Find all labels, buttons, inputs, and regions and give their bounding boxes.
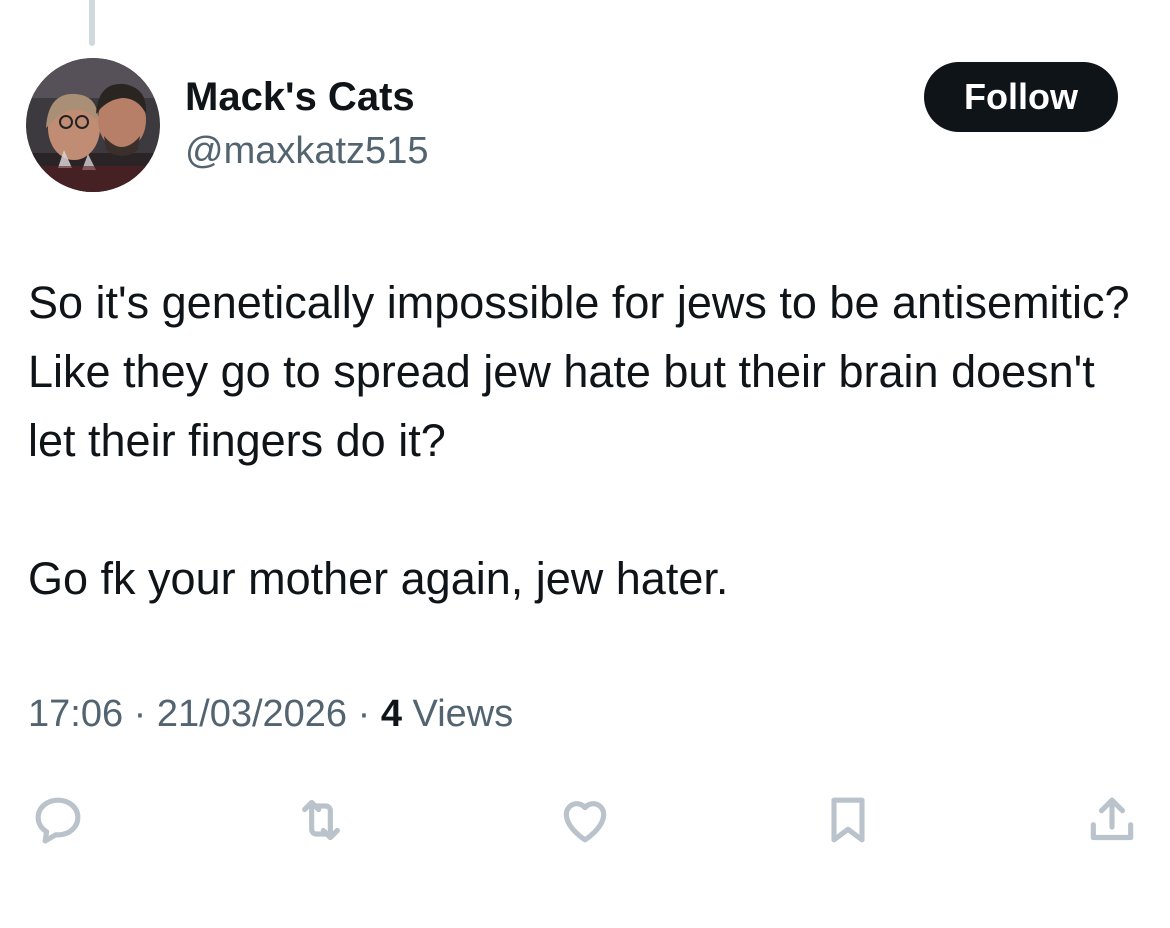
- like-icon: [563, 801, 607, 843]
- reply-button[interactable]: [28, 790, 88, 850]
- author-handle[interactable]: @maxkatz515: [185, 130, 428, 173]
- avatar[interactable]: [26, 58, 160, 192]
- reply-icon: [35, 797, 81, 844]
- tweet-paragraph: Go fk your mother again, jew hater.: [28, 553, 729, 604]
- author-display-name[interactable]: Mack's Cats: [185, 75, 415, 120]
- bookmark-button[interactable]: [818, 790, 878, 850]
- bookmark-icon: [831, 797, 865, 843]
- share-icon: [1090, 797, 1134, 841]
- views-label: Views: [412, 693, 514, 735]
- profile-photo-icon: [26, 58, 160, 192]
- retweet-icon: [302, 799, 340, 841]
- tweet-date[interactable]: 21/03/2026: [157, 693, 347, 735]
- meta-separator: ·: [357, 693, 371, 735]
- tweet-paragraph: So it's genetically impossible for jews …: [28, 277, 1130, 466]
- like-button[interactable]: [555, 790, 615, 850]
- views-count: 4: [380, 693, 402, 735]
- share-button[interactable]: [1082, 790, 1142, 850]
- tweet-text: So it's genetically impossible for jews …: [28, 268, 1138, 613]
- retweet-button[interactable]: [291, 790, 351, 850]
- tweet-metadata: 17:06 · 21/03/2026 · 4 Views: [28, 693, 513, 736]
- meta-separator: ·: [133, 693, 147, 735]
- tweet-time[interactable]: 17:06: [28, 693, 123, 735]
- thread-connector-line: [89, 0, 95, 46]
- follow-button[interactable]: Follow: [924, 62, 1118, 132]
